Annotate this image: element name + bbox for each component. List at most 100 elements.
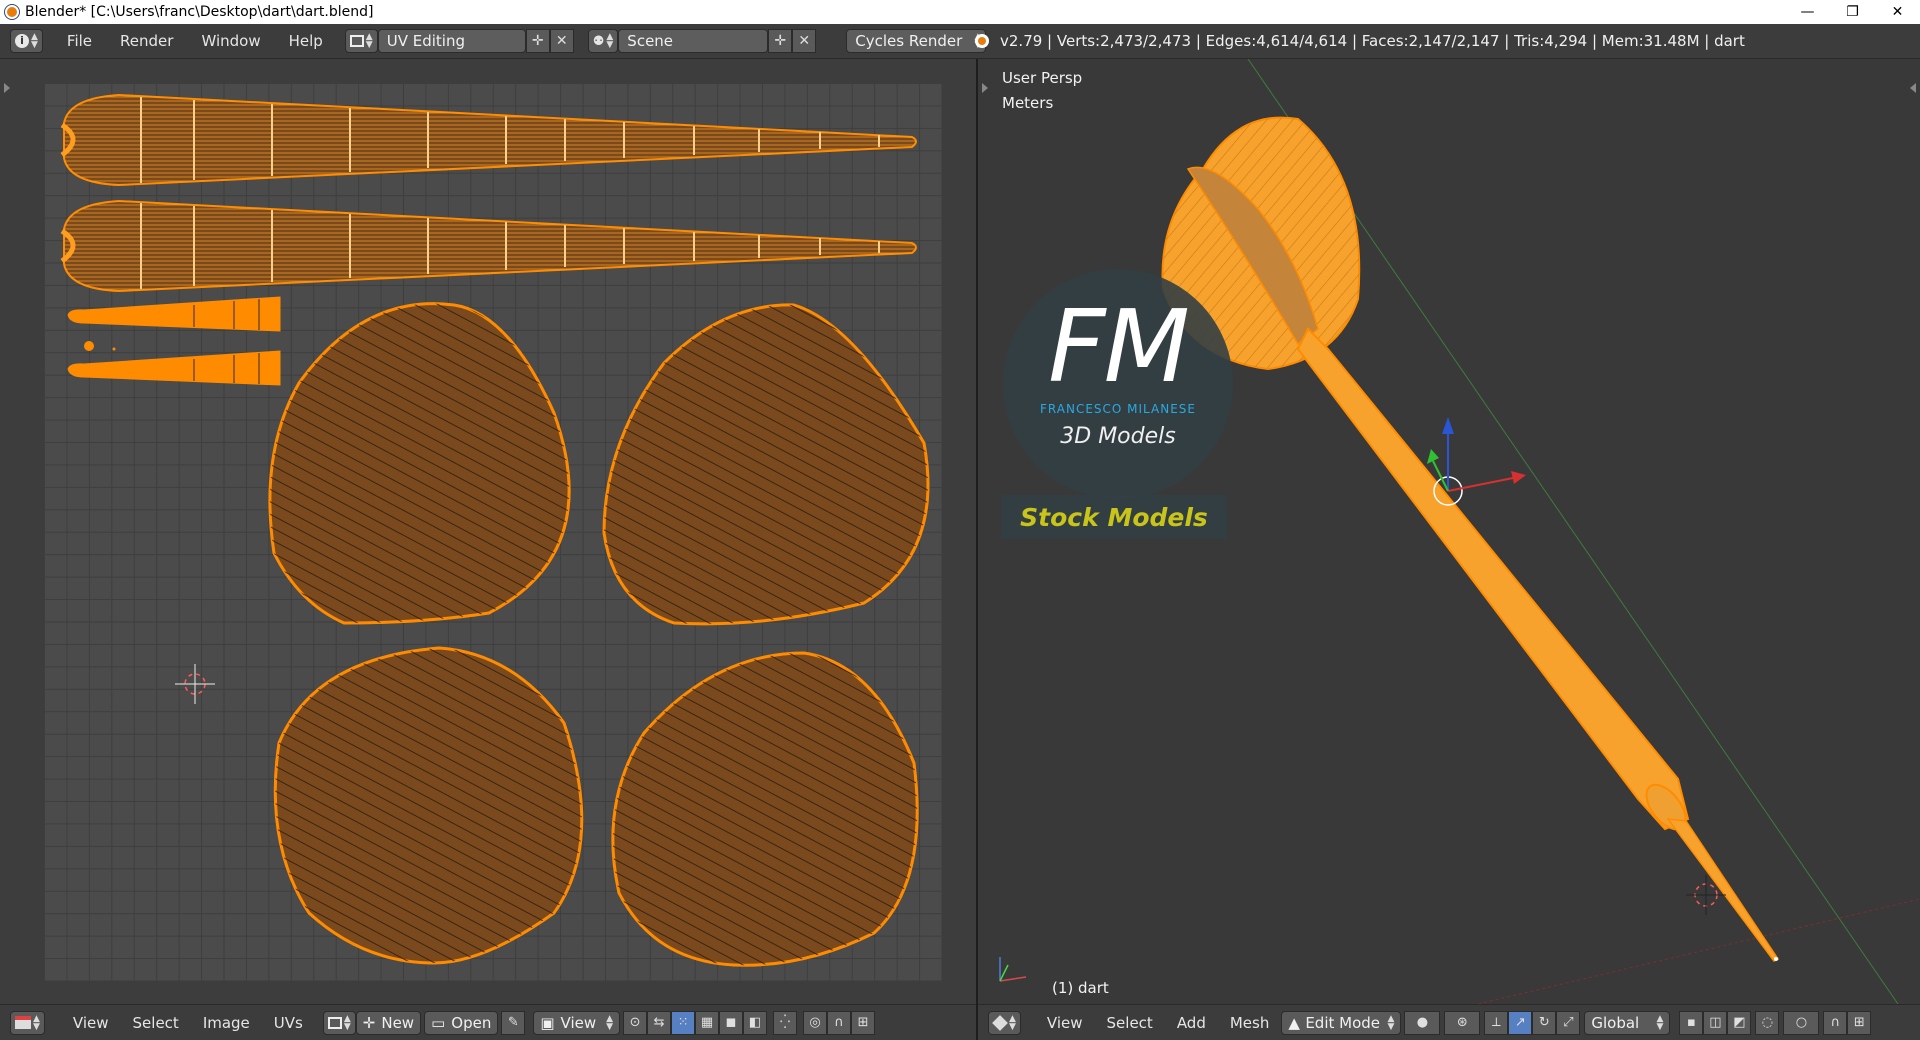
edit-mode-icon: ▲ (1288, 1013, 1300, 1032)
watermark-banner: Stock Models (1001, 495, 1227, 539)
image-browse-button[interactable]: ▲ ▼ (322, 1010, 356, 1035)
vertex-select-icon[interactable]: ⁙ (671, 1010, 696, 1035)
restore-button[interactable]: ❐ (1830, 0, 1875, 24)
pivot-icon[interactable]: ⊙ (623, 1010, 648, 1035)
face-select-icon[interactable]: ◼ (719, 1010, 744, 1035)
mode-label: Edit Mode (1305, 1013, 1381, 1032)
editor-type-info-button[interactable]: i ▲ ▼ (10, 29, 43, 53)
edge-select-icon[interactable]: ▦ (695, 1010, 720, 1035)
delete-layout-icon[interactable]: ✕ (549, 29, 574, 53)
view-mode-label: View (560, 1013, 597, 1032)
add-scene-icon[interactable]: ✛ (768, 29, 793, 53)
window-title: Blender* [C:\Users\franc\Desktop\dart\da… (25, 4, 374, 20)
uv-grid-canvas[interactable] (44, 83, 942, 981)
uv-island-fin-3[interactable] (273, 646, 584, 965)
plus-icon: ✛ (362, 1013, 376, 1032)
scale-manipulator-icon[interactable]: ⤢ (1556, 1010, 1581, 1035)
pivot-point-icon[interactable]: ⊛ (1444, 1010, 1481, 1035)
dart-body[interactable] (1296, 327, 1780, 962)
3d-view-header: ▲ ▼ View Select Add Mesh ▲ Edit Mode ▲ ▼ ●… (978, 1004, 1920, 1040)
vertex-select-mode-icon[interactable]: ▪ (1679, 1010, 1704, 1035)
logo-letters: FM (1048, 288, 1190, 405)
folder-icon: ▭ (431, 1013, 446, 1032)
delete-scene-icon[interactable]: ✕ (792, 29, 817, 53)
region-toggle-icon[interactable] (4, 83, 10, 93)
window-controls: — ❐ ✕ (1785, 0, 1920, 24)
proportional-edit-icon[interactable]: ◎ (803, 1010, 828, 1035)
editor-type-3d-button[interactable]: ▲ ▼ (988, 1010, 1021, 1035)
minimize-button[interactable]: — (1785, 0, 1830, 24)
window-titlebar: Blender* [C:\Users\franc\Desktop\dart\da… (0, 0, 1920, 24)
pin-icon[interactable]: ✎ (501, 1010, 526, 1035)
uv-island-shaft-2[interactable] (60, 199, 917, 293)
add-layout-icon[interactable]: ✛ (525, 29, 550, 53)
scene-field[interactable]: Scene (618, 29, 769, 53)
3d-menu-add[interactable]: Add (1165, 1014, 1218, 1032)
3d-menu-select[interactable]: Select (1095, 1014, 1165, 1032)
uv-menu-select[interactable]: Select (121, 1014, 191, 1032)
image-editor-icon (15, 1016, 31, 1029)
screen-layout-field[interactable]: UV Editing (377, 29, 526, 53)
uv-island-fin-2[interactable] (602, 303, 930, 626)
close-button[interactable]: ✕ (1875, 0, 1920, 24)
3d-menu-mesh[interactable]: Mesh (1218, 1014, 1282, 1032)
screen-layout-selector[interactable]: ▲ ▼ (344, 29, 378, 53)
translate-manipulator-icon[interactable]: ↗ (1508, 1010, 1533, 1035)
blender-small-icon (975, 34, 989, 48)
3d-viewport[interactable]: User Persp Meters FM FRANCESCO MILANESE … (978, 59, 1920, 1004)
uv-island-fin-4[interactable] (611, 651, 919, 967)
open-image-button[interactable]: ▭ Open (424, 1010, 499, 1035)
image-icon (327, 1016, 342, 1029)
scene-selector[interactable]: ⚉ ▲ ▼ (587, 29, 619, 53)
blender-logo-icon (5, 5, 19, 19)
edge-select-mode-icon[interactable]: ◫ (1703, 1010, 1728, 1035)
scene-icon: ⚉ (592, 33, 605, 49)
sync-selection-icon[interactable]: ⇆ (647, 1010, 672, 1035)
rotate-manipulator-icon[interactable]: ↻ (1532, 1010, 1557, 1035)
uv-menu: View Select Image UVs (61, 1014, 315, 1032)
island-select-icon[interactable]: ◧ (743, 1010, 768, 1035)
interaction-mode-dropdown[interactable]: ▲ Edit Mode ▲ ▼ (1281, 1010, 1402, 1035)
cube-icon (992, 1014, 1008, 1031)
menu-window[interactable]: Window (187, 32, 274, 50)
logo-tagline: 3D Models (1060, 424, 1176, 449)
uv-island-tip-2[interactable] (67, 341, 281, 386)
uv-island-fin-1[interactable] (268, 302, 571, 625)
dropdown-arrows-icon: ▲▼ (1387, 1013, 1395, 1032)
uv-menu-view[interactable]: View (61, 1014, 121, 1032)
editor-type-uv-button[interactable]: ▲ ▼ (10, 1010, 45, 1035)
viewport-shading-icon[interactable]: ● (1404, 1010, 1441, 1035)
menu-file[interactable]: File (53, 32, 106, 50)
uv-island-shaft-1[interactable] (60, 93, 917, 187)
uv-image-editor[interactable] (0, 59, 976, 1004)
face-select-mode-icon[interactable]: ◩ (1727, 1010, 1752, 1035)
snap-toggle-icon[interactable]: ∩ (1823, 1010, 1848, 1035)
2d-cursor-icon[interactable] (170, 659, 220, 709)
manipulator-toggle-icon[interactable]: ⟂ (1484, 1010, 1509, 1035)
scene-statistics: v2.79 | Verts:2,473/2,473 | Edges:4,614/… (1000, 32, 1745, 50)
occlude-geometry-icon[interactable]: ◌ (1755, 1010, 1780, 1035)
dropdown-arrows-icon: ▲▼ (31, 32, 38, 50)
3d-menu-view[interactable]: View (1035, 1014, 1095, 1032)
dropdown-arrows-icon: ▲▼ (343, 1013, 351, 1032)
dropdown-arrows-icon: ▲▼ (365, 32, 373, 50)
dropdown-arrows-icon: ▲▼ (33, 1013, 40, 1032)
new-image-button[interactable]: ✛ New (355, 1010, 422, 1035)
sticky-mode-icon[interactable]: ⁛ (773, 1010, 798, 1035)
open-label: Open (451, 1013, 492, 1032)
view-icon: ▣ (540, 1013, 555, 1032)
uv-menu-image[interactable]: Image (191, 1014, 262, 1032)
proportional-editing-icon[interactable]: ○ (1783, 1010, 1820, 1035)
menu-help[interactable]: Help (275, 32, 337, 50)
render-engine-dropdown[interactable]: Cycles Render ▲▼ (846, 29, 987, 53)
uv-island-tip-1[interactable] (67, 296, 281, 332)
view-mode-dropdown[interactable]: ▣ View ▲ ▼ (533, 1010, 621, 1035)
uv-islands[interactable] (44, 83, 942, 981)
transform-orientation-dropdown[interactable]: Global ▲ ▼ (1584, 1010, 1671, 1035)
menu-render[interactable]: Render (106, 32, 187, 50)
snap-icon[interactable]: ∩ (827, 1010, 852, 1035)
snap-element-icon[interactable]: ⊞ (1847, 1010, 1872, 1035)
3d-view-menu: View Select Add Mesh (1035, 1014, 1281, 1032)
snap-target-icon[interactable]: ⊞ (851, 1010, 876, 1035)
uv-menu-uvs[interactable]: UVs (262, 1014, 315, 1032)
